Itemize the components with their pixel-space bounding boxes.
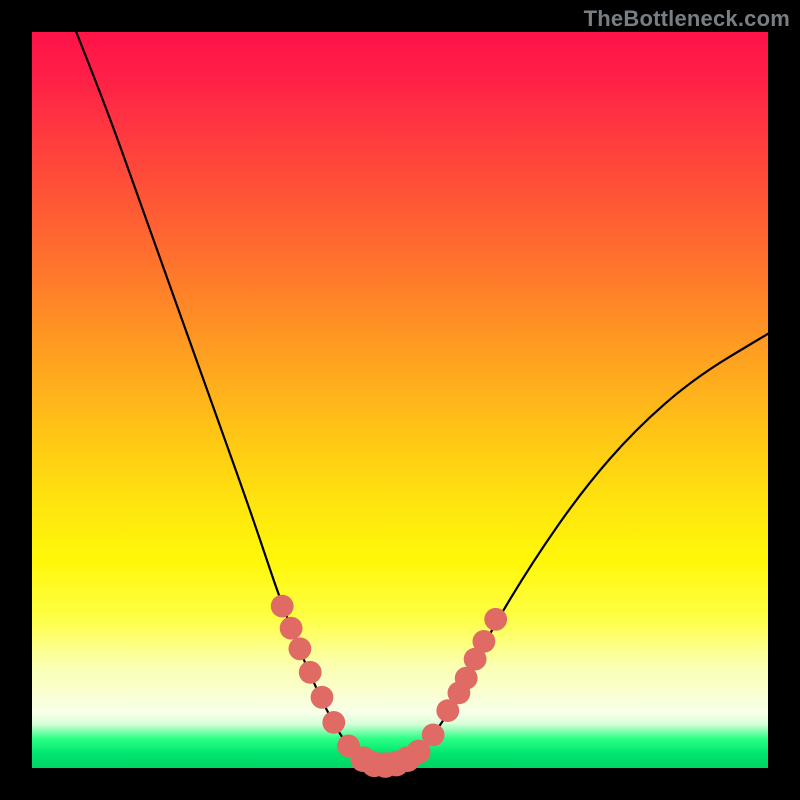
chart-frame: TheBottleneck.com — [0, 0, 800, 800]
plot-area — [32, 32, 768, 768]
watermark-text: TheBottleneck.com — [584, 6, 790, 32]
bead-icon — [299, 661, 322, 684]
bead-icon — [484, 608, 507, 631]
bead-icon — [289, 637, 312, 660]
bead-icon — [422, 724, 445, 747]
curve-layer — [32, 32, 768, 768]
bead-icon — [280, 617, 303, 640]
bottleneck-curve — [76, 32, 768, 766]
beads-group — [271, 595, 507, 778]
bead-icon — [322, 711, 345, 734]
bead-icon — [473, 630, 496, 653]
bead-icon — [271, 595, 294, 618]
bead-icon — [311, 686, 334, 709]
